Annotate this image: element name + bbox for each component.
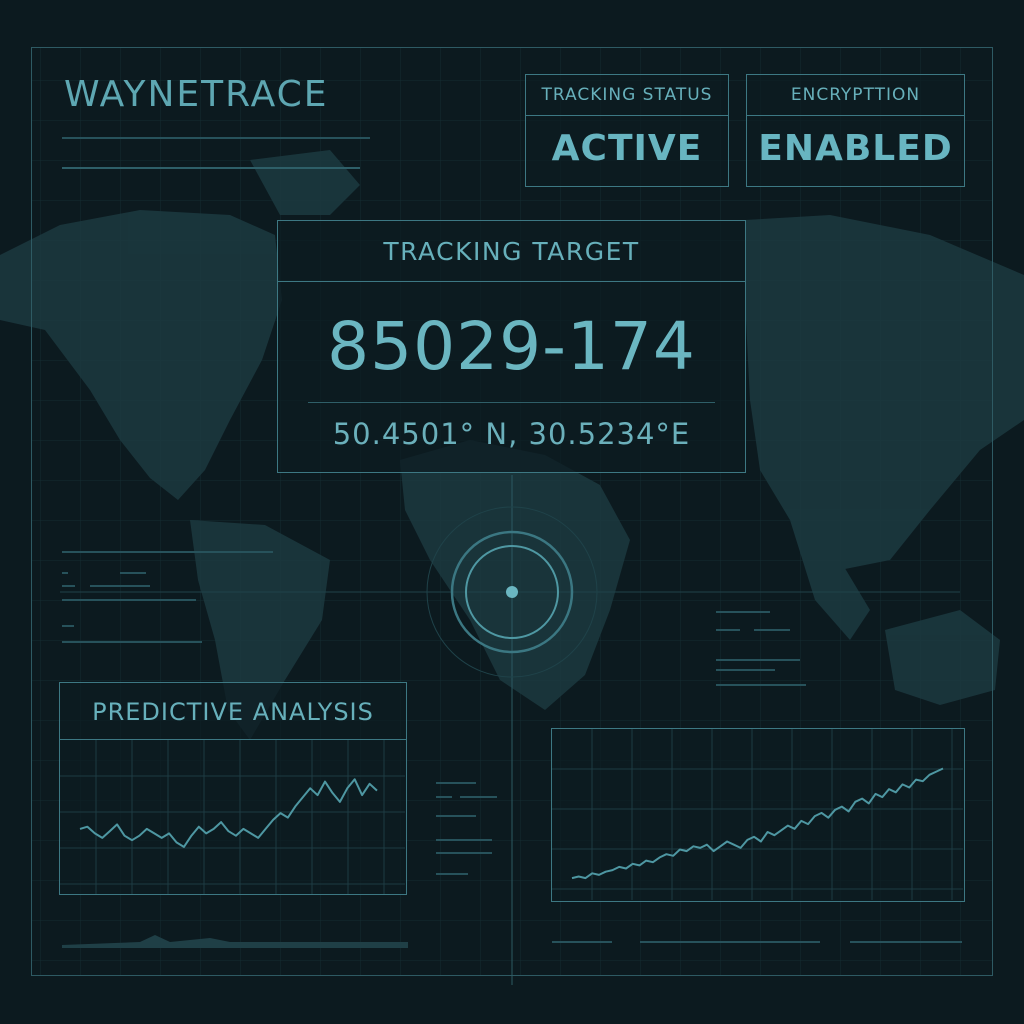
predictive-analysis-chart-series-line (79, 778, 378, 848)
encryption-label: ENCRYPTTION (747, 75, 964, 116)
predictive-analysis-title: PREDICTIVE ANALYSIS (60, 683, 406, 740)
tracking-target-label: TRACKING TARGET (278, 221, 745, 282)
predictive-analysis-chart (60, 740, 405, 894)
tracking-target-card[interactable]: TRACKING TARGET 85029-174 50.4501° N, 30… (277, 220, 746, 473)
target-coordinates: 50.4501° N, 30.5234°E (332, 417, 691, 451)
trend-panel (551, 728, 965, 902)
tracking-status-label: TRACKING STATUS (526, 75, 728, 116)
tracking-status-card: TRACKING STATUS ACTIVE (525, 74, 729, 187)
target-divider (308, 402, 715, 403)
encryption-card: ENCRYPTTION ENABLED (746, 74, 965, 187)
target-id: 85029-174 (327, 308, 696, 385)
trend-chart-series-line (571, 767, 944, 880)
predictive-analysis-panel: PREDICTIVE ANALYSIS (59, 682, 407, 895)
trend-chart (552, 729, 963, 900)
tracking-status-value: ACTIVE (551, 128, 703, 169)
brand-logo-text: WAYNETRACE (64, 74, 329, 115)
encryption-value: ENABLED (758, 128, 953, 169)
